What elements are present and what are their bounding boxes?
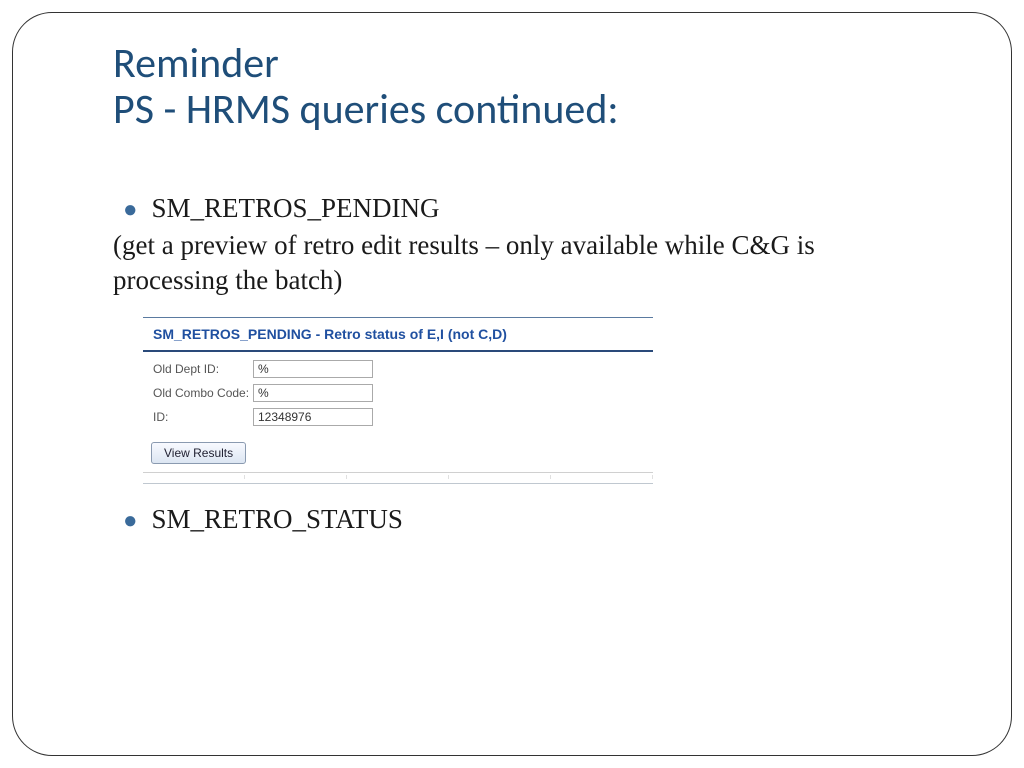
view-results-button[interactable]: View Results: [151, 442, 246, 464]
panel-body: Old Dept ID: Old Combo Code: ID:: [143, 352, 653, 438]
field-row-old-dept: Old Dept ID:: [153, 360, 653, 378]
panel-button-row: View Results: [143, 438, 653, 473]
bullet-icon: ●: [123, 509, 138, 533]
content-area: ● SM_RETROS_PENDING (get a preview of re…: [123, 193, 911, 534]
bullet-icon: ●: [123, 198, 138, 222]
old-dept-label: Old Dept ID:: [153, 362, 253, 376]
old-dept-input[interactable]: [253, 360, 373, 378]
panel-footer-tabs: [143, 473, 653, 483]
title-block: Reminder PS - HRMS queries continued:: [113, 41, 911, 133]
field-row-id: ID:: [153, 408, 653, 426]
panel-title: SM_RETROS_PENDING - Retro status of E,I …: [143, 318, 653, 352]
bullet-item-2: ● SM_RETRO_STATUS: [123, 504, 911, 535]
bullet-text-1: SM_RETROS_PENDING: [152, 193, 440, 224]
id-label: ID:: [153, 410, 253, 424]
query-panel: SM_RETROS_PENDING - Retro status of E,I …: [143, 317, 653, 484]
slide-frame: Reminder PS - HRMS queries continued: ● …: [12, 12, 1012, 756]
old-combo-input[interactable]: [253, 384, 373, 402]
bullet-description-1: (get a preview of retro edit results – o…: [113, 228, 911, 298]
title-line1: Reminder: [113, 41, 911, 87]
field-row-old-combo: Old Combo Code:: [153, 384, 653, 402]
bullet-text-2: SM_RETRO_STATUS: [152, 504, 403, 535]
id-input[interactable]: [253, 408, 373, 426]
old-combo-label: Old Combo Code:: [153, 386, 253, 400]
bullet-item-1: ● SM_RETROS_PENDING: [123, 193, 911, 224]
title-line2: PS - HRMS queries continued:: [113, 87, 911, 133]
